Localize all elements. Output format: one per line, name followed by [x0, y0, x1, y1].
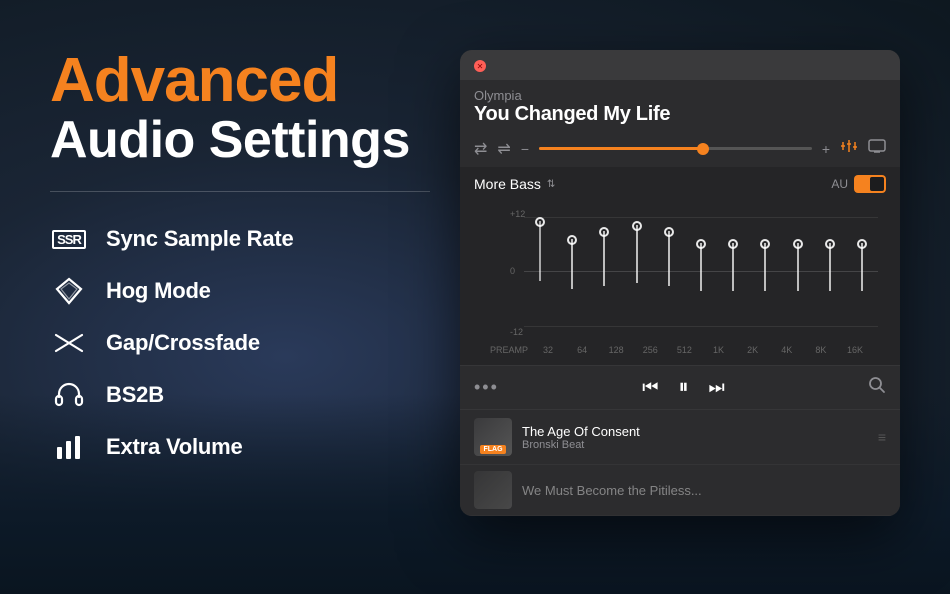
- song-artist-0: Bronski Beat: [522, 439, 868, 451]
- song-text-0: The Age Of Consent Bronski Beat: [522, 424, 868, 451]
- eq-header: More Bass ⇅ AU: [474, 175, 886, 193]
- menu-item-extra-volume[interactable]: Extra Volume: [50, 428, 430, 466]
- close-button[interactable]: ✕: [474, 60, 486, 72]
- eq-bar-2k[interactable]: [749, 201, 781, 341]
- menu-item-gap-crossfade[interactable]: Gap/Crossfade: [50, 324, 430, 362]
- eq-bar-512[interactable]: [685, 201, 717, 341]
- volume-minus-icon[interactable]: −: [521, 141, 529, 157]
- eq-preset-arrow-icon: ⇅: [547, 179, 555, 190]
- menu-item-sync-sample-rate[interactable]: SSR Sync Sample Rate: [50, 220, 430, 258]
- eq-bar-32[interactable]: [556, 201, 588, 341]
- freq-label-4k: 4K: [770, 345, 804, 355]
- eq-bar-128[interactable]: [621, 201, 653, 341]
- song-list: FLAG The Age Of Consent Bronski Beat ≡ W…: [460, 409, 900, 516]
- freq-label-128: 128: [599, 345, 633, 355]
- eq-freq-labels: PREAMP 32 64 128 256 512 1K 2K 4K 8K 16K: [474, 341, 886, 355]
- volume-slider[interactable]: [539, 147, 812, 150]
- search-button[interactable]: [868, 376, 886, 399]
- freq-label-256: 256: [633, 345, 667, 355]
- song-thumbnail-0: FLAG: [474, 418, 512, 456]
- au-thumb: [870, 177, 884, 191]
- eq-grid-label-top: +12: [510, 209, 525, 219]
- freq-label-64: 64: [565, 345, 599, 355]
- eq-bar-4k[interactable]: [782, 201, 814, 341]
- artist-name: Olympia: [474, 88, 886, 103]
- freq-label-16k: 16K: [838, 345, 872, 355]
- freq-label-512: 512: [667, 345, 701, 355]
- eq-toggle-icon[interactable]: [840, 138, 858, 159]
- song-info: Olympia You Changed My Life: [460, 80, 900, 132]
- bars-icon: [50, 428, 88, 466]
- song-name-1: We Must Become the Pitiless...: [522, 483, 886, 498]
- pause-button[interactable]: ⏸: [678, 376, 688, 399]
- song-list-item-0[interactable]: FLAG The Age Of Consent Bronski Beat ≡: [460, 410, 900, 465]
- eq-bars-container: [524, 201, 878, 341]
- song-name-0: The Age Of Consent: [522, 424, 868, 439]
- window-titlebar: ✕: [460, 50, 900, 80]
- player-window: ✕ Olympia You Changed My Life ⇄ ⇌ − +: [460, 50, 900, 516]
- eq-bar-1k[interactable]: [717, 201, 749, 341]
- headphone-icon: [50, 376, 88, 414]
- left-panel: Advanced Audio Settings SSR Sync Sample …: [50, 40, 430, 564]
- menu-label-sync-sample-rate: Sync Sample Rate: [106, 226, 294, 252]
- divider: [50, 191, 430, 192]
- song-text-1: We Must Become the Pitiless...: [522, 483, 886, 498]
- menu-label-gap-crossfade: Gap/Crossfade: [106, 330, 260, 356]
- playback-controls: ⏮ ⏸ ⏭: [642, 376, 724, 399]
- playback-bar: ••• ⏮ ⏸ ⏭: [460, 365, 900, 409]
- title-advanced: Advanced: [50, 50, 430, 112]
- next-button[interactable]: ⏭: [708, 377, 724, 398]
- song-list-item-1[interactable]: We Must Become the Pitiless...: [460, 465, 900, 516]
- song-title: You Changed My Life: [474, 103, 886, 126]
- menu-label-hog-mode: Hog Mode: [106, 278, 211, 304]
- controls-bar: ⇄ ⇌ − +: [460, 132, 900, 167]
- freq-label-8k: 8K: [804, 345, 838, 355]
- menu-label-bs2b: BS2B: [106, 382, 164, 408]
- eq-preset-label: More Bass: [474, 176, 541, 192]
- freq-label-1k: 1K: [701, 345, 735, 355]
- repeat-icon[interactable]: ⇄: [474, 139, 487, 159]
- au-toggle[interactable]: [854, 175, 886, 193]
- song-thumbnail-1: [474, 471, 512, 509]
- prev-button[interactable]: ⏮: [642, 377, 658, 398]
- eq-bar-16k[interactable]: [846, 201, 878, 341]
- eq-badge: AU: [831, 175, 886, 193]
- menu-item-hog-mode[interactable]: Hog Mode: [50, 272, 430, 310]
- shuffle-icon[interactable]: ⇌: [497, 139, 510, 159]
- menu-label-extra-volume: Extra Volume: [106, 434, 243, 460]
- display-icon[interactable]: [868, 139, 886, 158]
- freq-label-preamp: PREAMP: [488, 345, 531, 355]
- eq-chart: +12 0 -12: [474, 201, 886, 341]
- eq-grid-label-mid: 0: [510, 266, 515, 276]
- eq-bar-preamp[interactable]: [524, 201, 556, 341]
- crossfade-icon: [50, 324, 88, 362]
- eq-bar-256[interactable]: [653, 201, 685, 341]
- menu-list: SSR Sync Sample Rate Hog Mode: [50, 220, 430, 466]
- eq-grid-label-bot: -12: [510, 327, 523, 337]
- eq-section: More Bass ⇅ AU +12 0 -12: [460, 167, 900, 365]
- eq-preset-selector[interactable]: More Bass ⇅: [474, 176, 555, 192]
- freq-label-2k: 2K: [736, 345, 770, 355]
- flag-badge: FLAG: [480, 445, 505, 454]
- diamond-icon: [50, 272, 88, 310]
- au-label: AU: [831, 177, 848, 191]
- more-options-button[interactable]: •••: [474, 377, 499, 398]
- volume-plus-icon[interactable]: +: [822, 141, 830, 157]
- freq-label-32: 32: [531, 345, 565, 355]
- song-menu-icon-0[interactable]: ≡: [878, 429, 886, 445]
- title-audio: Audio Settings: [50, 112, 430, 169]
- eq-bar-64[interactable]: [588, 201, 620, 341]
- eq-bar-8k[interactable]: [814, 201, 846, 341]
- ssr-icon: SSR: [50, 220, 88, 258]
- menu-item-bs2b[interactable]: BS2B: [50, 376, 430, 414]
